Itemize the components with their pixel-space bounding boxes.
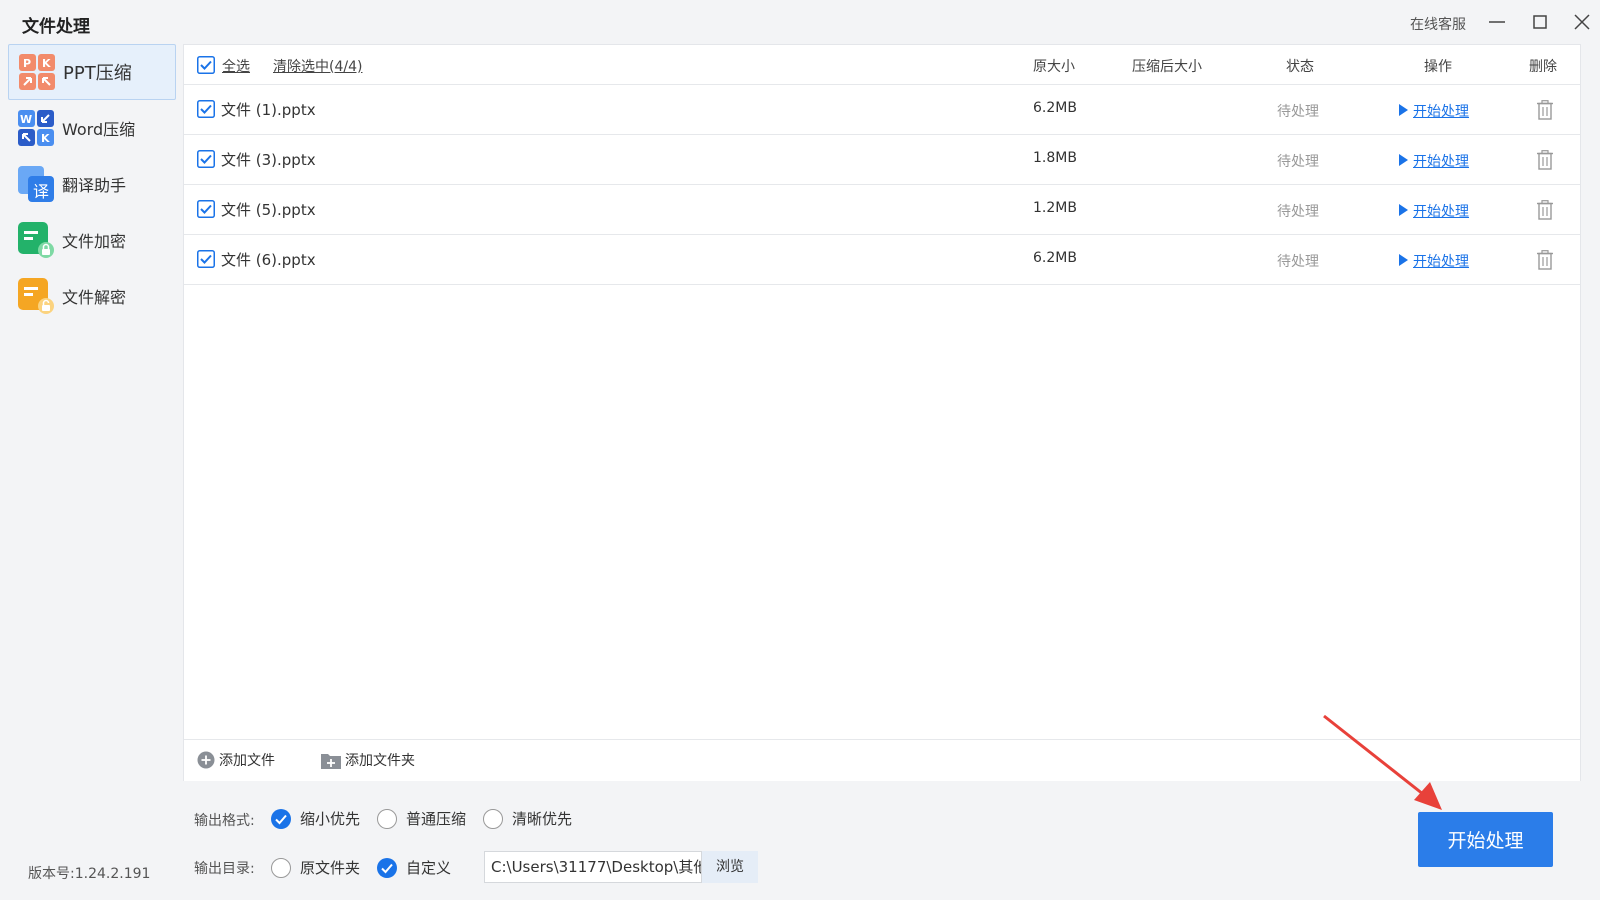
file-size: 1.2MB — [1033, 200, 1077, 216]
table-header: 全选 清除选中(4/4) 原大小 压缩后大小 状态 操作 删除 — [184, 45, 1580, 85]
radio-check-icon — [381, 863, 393, 874]
sidebar-item-decrypt[interactable]: 文件解密 — [8, 268, 176, 324]
play-icon — [1399, 204, 1408, 216]
app-title: 文件处理 — [22, 17, 90, 37]
add-file-button[interactable]: 添加文件 — [197, 750, 275, 770]
maximize-icon[interactable] — [1528, 10, 1552, 34]
col-status: 状态 — [1286, 59, 1314, 75]
dir-option-label: 原文件夹 — [300, 859, 361, 877]
output-dir-label: 输出目录: — [194, 861, 255, 877]
sidebar-item-word-compress[interactable]: W K Word压缩 — [8, 100, 176, 156]
col-original-size: 原大小 — [1033, 59, 1075, 75]
trash-icon[interactable] — [1536, 200, 1554, 220]
file-name: 文件 (1).pptx — [221, 101, 316, 119]
play-icon — [1399, 154, 1408, 166]
start-process-link[interactable]: 开始处理 — [1413, 101, 1469, 121]
svg-text:K: K — [42, 57, 51, 70]
svg-text:译: 译 — [33, 182, 49, 201]
sidebar-item-label: 文件解密 — [62, 288, 127, 307]
file-status: 待处理 — [1277, 104, 1319, 120]
file-size: 6.2MB — [1033, 250, 1077, 266]
table-row: 文件 (3).pptx 1.8MB 待处理 开始处理 — [184, 135, 1580, 185]
row-checkbox[interactable] — [197, 150, 215, 168]
word-compress-icon: W K — [18, 110, 54, 146]
title-bar: 文件处理 在线客服 — [0, 0, 1600, 44]
close-icon[interactable] — [1570, 10, 1594, 34]
output-format-label: 输出格式: — [194, 813, 255, 829]
start-process-link[interactable]: 开始处理 — [1413, 151, 1469, 171]
table-row: 文件 (1).pptx 6.2MB 待处理 开始处理 — [184, 85, 1580, 135]
file-name: 文件 (6).pptx — [221, 251, 316, 269]
add-folder-button[interactable]: 添加文件夹 — [321, 750, 415, 770]
add-circle-icon — [197, 751, 215, 769]
format-radio-smaller[interactable] — [271, 809, 291, 829]
table-row: 文件 (5).pptx 1.2MB 待处理 开始处理 — [184, 185, 1580, 235]
file-status: 待处理 — [1277, 254, 1319, 270]
trash-icon[interactable] — [1536, 100, 1554, 120]
play-icon — [1399, 254, 1408, 266]
col-compressed-size: 压缩后大小 — [1132, 59, 1202, 75]
format-radio-clear[interactable] — [483, 809, 503, 829]
sidebar-item-label: 翻译助手 — [62, 176, 127, 195]
dir-radio-custom[interactable] — [377, 858, 397, 878]
clear-selection-link[interactable]: 清除选中(4/4) — [273, 56, 362, 76]
file-status: 待处理 — [1277, 154, 1319, 170]
trash-icon[interactable] — [1536, 250, 1554, 270]
browse-button[interactable]: 浏览 — [702, 851, 758, 883]
format-radio-normal[interactable] — [377, 809, 397, 829]
sidebar-item-label: PPT压缩 — [63, 63, 132, 84]
select-all-link[interactable]: 全选 — [222, 56, 250, 76]
sidebar-item-ppt-compress[interactable]: P K PPT压缩 — [8, 44, 176, 100]
file-decrypt-icon — [18, 278, 54, 314]
dir-option-label: 自定义 — [406, 859, 452, 877]
dir-radio-original[interactable] — [271, 858, 291, 878]
play-icon — [1399, 104, 1408, 116]
format-option-label: 缩小优先 — [300, 810, 361, 828]
add-folder-label: 添加文件夹 — [345, 753, 415, 769]
select-all-checkbox[interactable] — [197, 56, 215, 74]
output-path-field[interactable]: C:\Users\31177\Desktop\其他 — [484, 851, 702, 883]
file-list-panel: 全选 清除选中(4/4) 原大小 压缩后大小 状态 操作 删除 文件 (1).p… — [183, 44, 1581, 781]
sidebar-item-label: 文件加密 — [62, 232, 127, 251]
annotation-arrow — [1323, 714, 1442, 810]
add-folder-icon — [321, 754, 341, 769]
svg-text:P: P — [23, 57, 31, 70]
file-status: 待处理 — [1277, 204, 1319, 220]
start-process-button[interactable]: 开始处理 — [1418, 812, 1553, 867]
translate-icon: 译 — [18, 166, 54, 202]
file-name: 文件 (3).pptx — [221, 151, 316, 169]
radio-check-icon — [275, 814, 287, 825]
svg-text:K: K — [41, 132, 50, 145]
file-size: 1.8MB — [1033, 150, 1077, 166]
svg-text:W: W — [20, 113, 32, 126]
start-process-link[interactable]: 开始处理 — [1413, 251, 1469, 271]
sidebar-item-label: Word压缩 — [62, 120, 136, 139]
file-encrypt-icon — [18, 222, 54, 258]
add-file-label: 添加文件 — [219, 753, 275, 769]
version-label: 版本号:1.24.2.191 — [28, 866, 151, 882]
sidebar: P K PPT压缩 W K Word压缩 译 翻译助手 文件加密 文件解密 — [8, 44, 176, 324]
customer-service-link[interactable]: 在线客服 — [1410, 14, 1466, 34]
trash-icon[interactable] — [1536, 150, 1554, 170]
file-size: 6.2MB — [1033, 100, 1077, 116]
row-checkbox[interactable] — [197, 200, 215, 218]
row-checkbox[interactable] — [197, 250, 215, 268]
minimize-icon[interactable] — [1485, 10, 1509, 34]
table-row: 文件 (6).pptx 6.2MB 待处理 开始处理 — [184, 235, 1580, 285]
file-name: 文件 (5).pptx — [221, 201, 316, 219]
sidebar-item-translate[interactable]: 译 翻译助手 — [8, 156, 176, 212]
col-action: 操作 — [1424, 59, 1452, 75]
start-process-link[interactable]: 开始处理 — [1413, 201, 1469, 221]
sidebar-item-encrypt[interactable]: 文件加密 — [8, 212, 176, 268]
format-option-label: 清晰优先 — [512, 810, 573, 828]
format-option-label: 普通压缩 — [406, 810, 467, 828]
ppt-compress-icon: P K — [19, 54, 55, 90]
col-delete: 删除 — [1529, 59, 1557, 75]
row-checkbox[interactable] — [197, 100, 215, 118]
